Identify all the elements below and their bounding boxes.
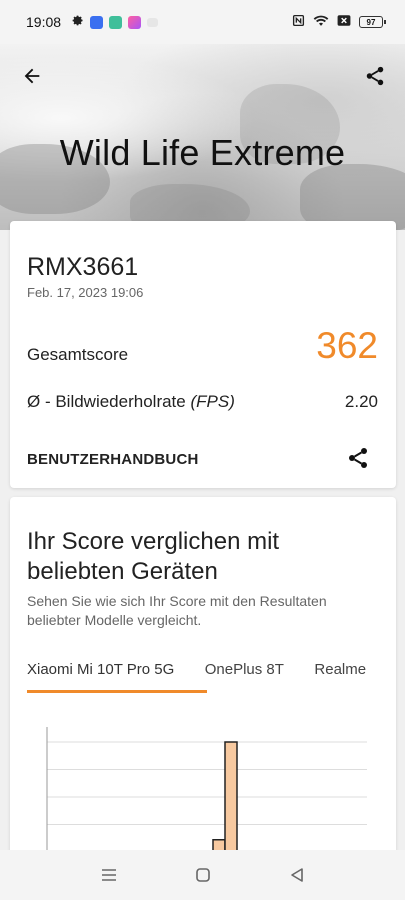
wifi-icon [313, 14, 329, 30]
active-tab-indicator [27, 690, 207, 693]
nfc-icon [292, 14, 305, 30]
score-label: Gesamtscore [27, 345, 129, 364]
app-icon-small [147, 17, 159, 27]
result-date: Feb. 17, 2023 19:06 [27, 285, 144, 300]
share-button[interactable] [361, 62, 389, 90]
clock: 19:08 [26, 14, 62, 30]
notification-icons [71, 14, 159, 30]
tab-xiaomi-mi-10t-pro[interactable]: Xiaomi Mi 10T Pro 5G [27, 657, 174, 688]
system-icons: 97 [292, 14, 386, 30]
back-triangle-icon [290, 868, 303, 882]
comparison-card: Ihr Score verglichen mit beliebten Gerät… [10, 497, 396, 857]
home-button[interactable] [192, 864, 214, 886]
device-tabs: Xiaomi Mi 10T Pro 5G OnePlus 8T Realme [27, 657, 396, 693]
settings-icon [71, 14, 84, 30]
result-share-button[interactable] [346, 446, 372, 472]
battery-icon: 97 [359, 16, 386, 28]
share-icon [366, 66, 384, 86]
comparison-subtitle: Sehen Sie wie sich Ihr Score mit den Res… [27, 593, 327, 628]
system-nav-bar [0, 850, 405, 900]
tab-oneplus-8t[interactable]: OnePlus 8T [205, 657, 284, 688]
manual-link[interactable]: BENUTZERHANDBUCH [27, 451, 199, 468]
menu-icon [101, 869, 116, 881]
back-button[interactable] [18, 62, 46, 90]
result-card: RMX3661 Feb. 17, 2023 19:06 Gesamtscore … [10, 221, 396, 488]
fps-label: Ø - Bildwiederholrate (FPS) [27, 392, 235, 412]
share-icon [349, 448, 367, 468]
comparison-title: Ihr Score verglichen mit beliebten Gerät… [27, 528, 280, 585]
menu-button[interactable] [98, 864, 120, 886]
app-icon-green [109, 15, 123, 29]
chart-bar [224, 741, 238, 857]
back-nav-button[interactable] [286, 864, 308, 886]
device-name: RMX3661 [27, 253, 139, 281]
signal-off-icon [337, 14, 351, 30]
arrow-left-icon [24, 68, 40, 84]
fps-unit: (FPS) [190, 392, 235, 411]
hero-banner: Wild Life Extreme [0, 44, 405, 230]
app-icon-blue [90, 15, 104, 29]
battery-level: 97 [366, 17, 376, 27]
app-icon-pink [128, 15, 142, 29]
home-square-icon [195, 868, 210, 882]
tab-realme[interactable]: Realme [314, 657, 366, 688]
page-title: Wild Life Extreme [59, 132, 346, 173]
fps-label-text: Ø - Bildwiederholrate [27, 392, 191, 411]
comparison-chart [46, 727, 367, 857]
fps-value: 2.20 [344, 392, 378, 411]
status-bar: 19:08 97 [0, 0, 405, 44]
score-value: 362 [316, 325, 378, 366]
